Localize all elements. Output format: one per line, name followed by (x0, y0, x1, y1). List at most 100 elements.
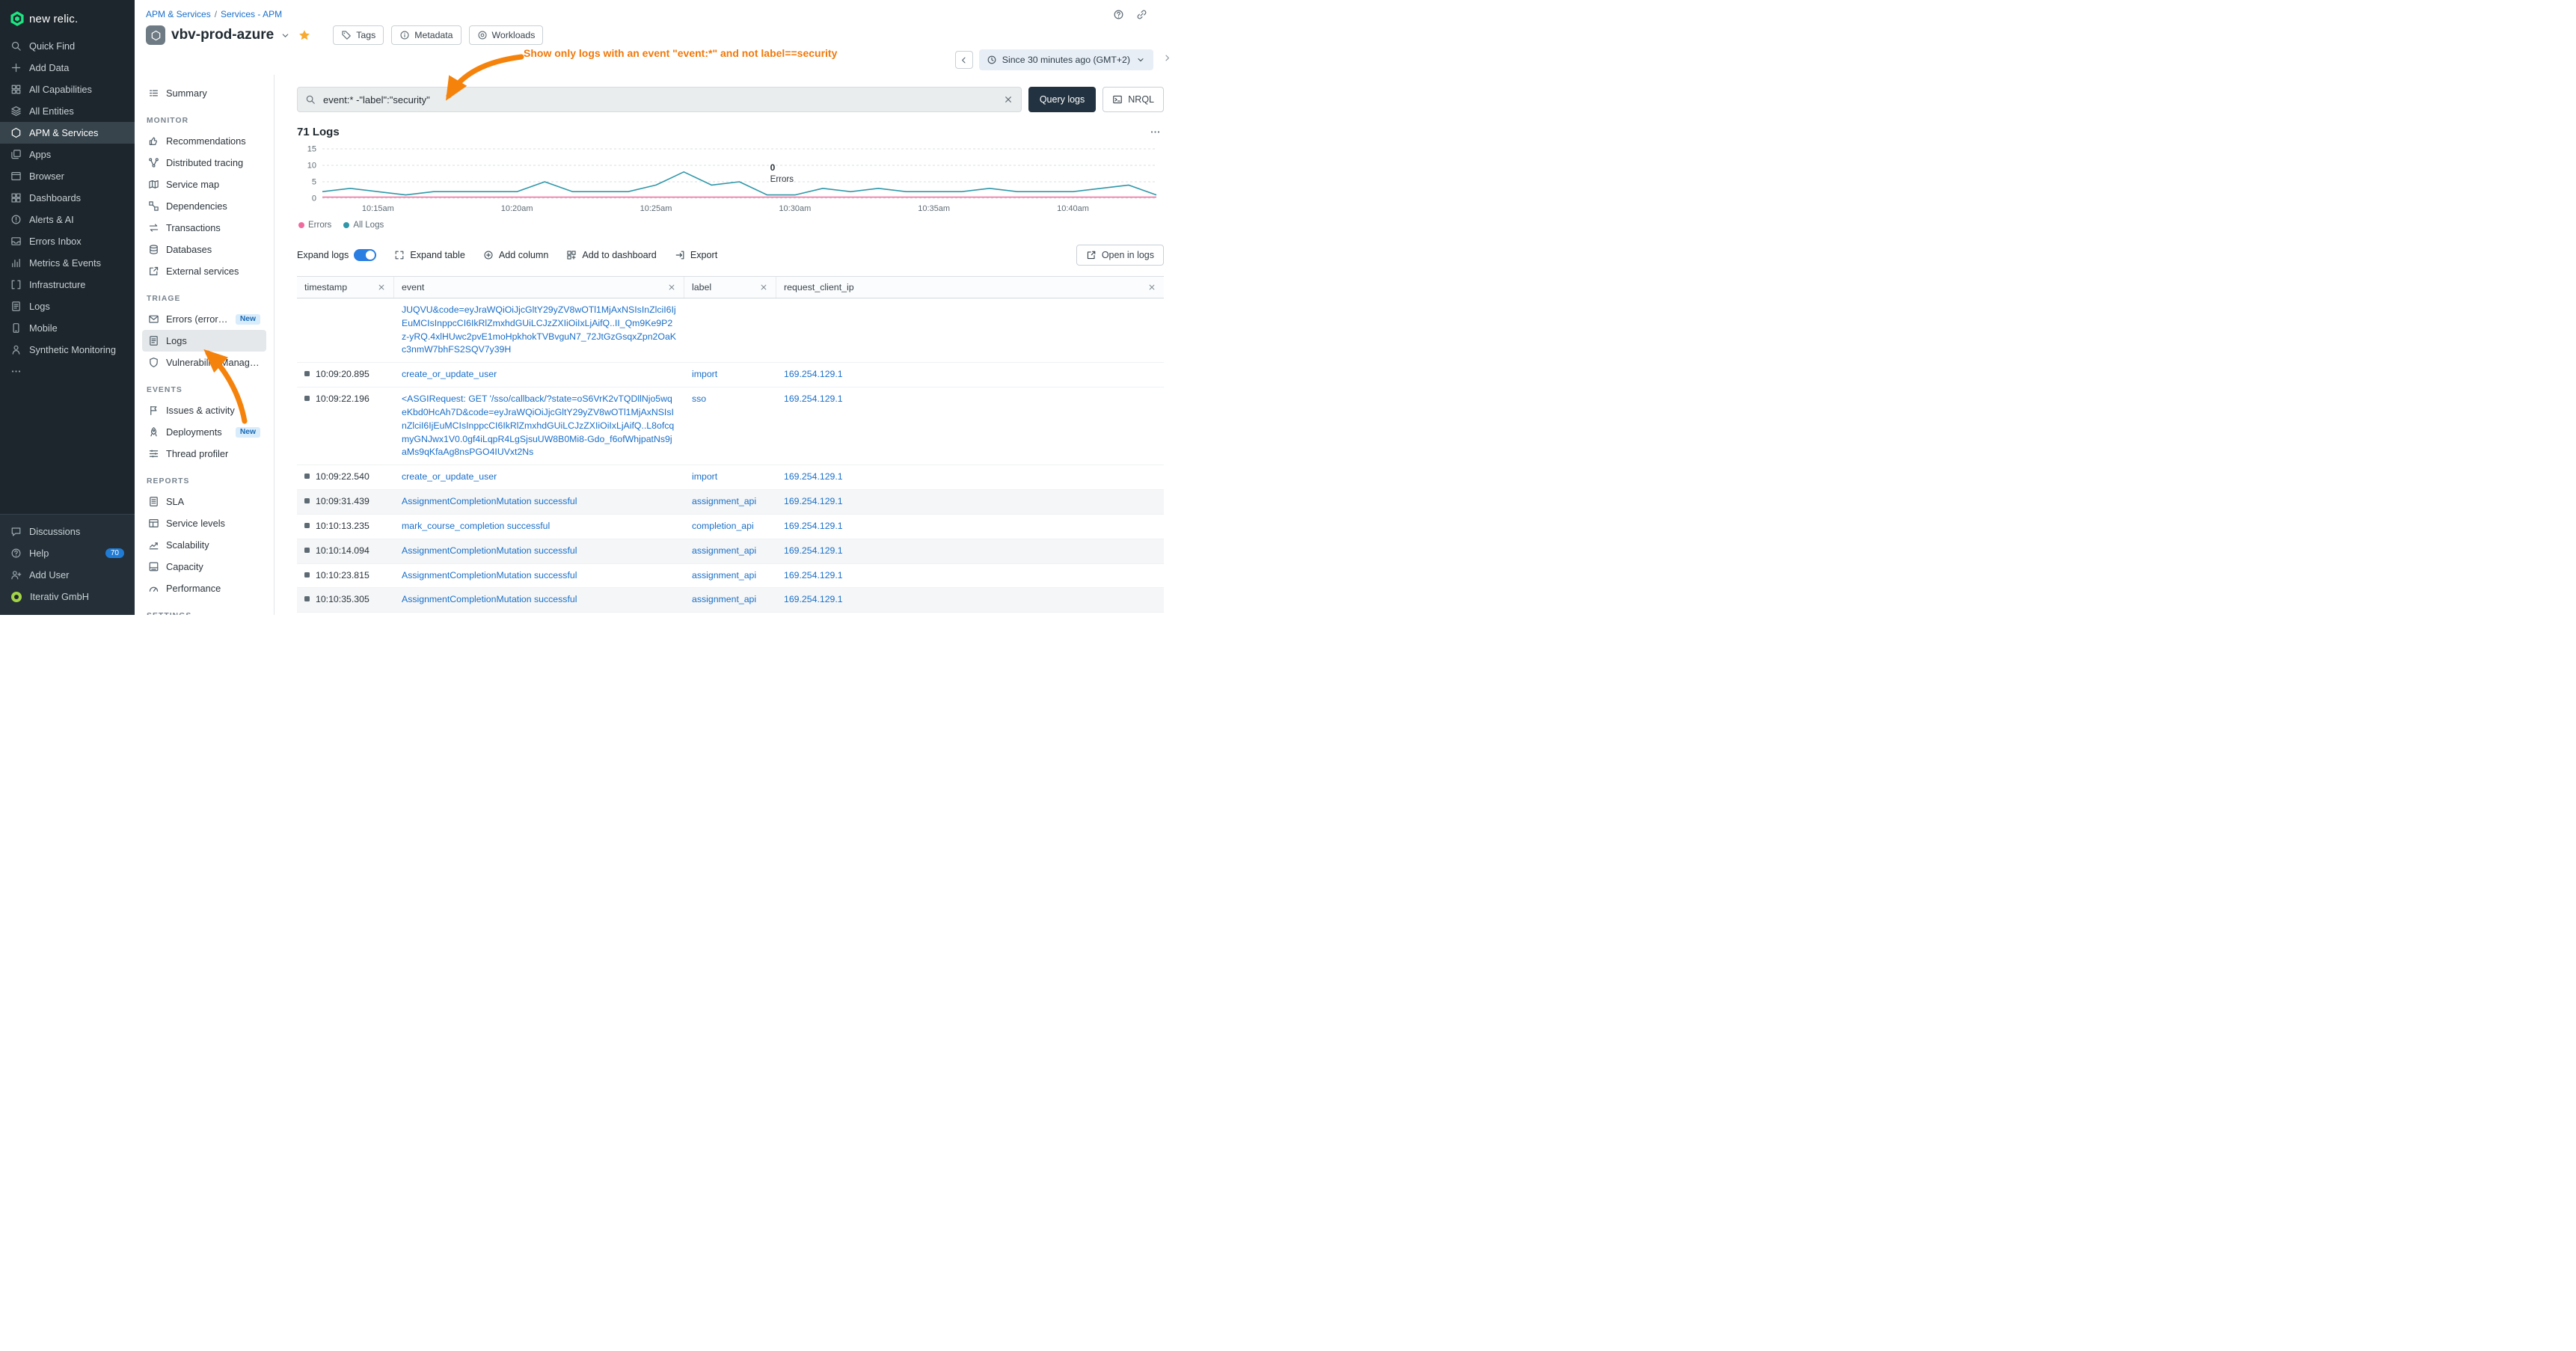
subnav-item-performance[interactable]: Performance (142, 578, 266, 599)
subnav-item-logs[interactable]: Logs (142, 330, 266, 352)
ip-link[interactable]: 169.254.129.1 (784, 569, 843, 583)
sidebar-item-apm-services[interactable]: APM & Services (0, 122, 135, 144)
ip-link[interactable]: 169.254.129.1 (784, 368, 843, 382)
expand-table-button[interactable]: Expand table (394, 250, 465, 260)
subnav-item-service-map[interactable]: Service map (142, 174, 266, 195)
legend-all-logs[interactable]: All Logs (343, 221, 384, 230)
clear-query-icon[interactable] (1003, 94, 1013, 105)
sidebar-item-apps[interactable]: Apps (0, 144, 135, 165)
table-row[interactable]: 10:10:13.235mark_course_completion succe… (297, 515, 1164, 539)
ip-link[interactable]: 169.254.129.1 (784, 393, 843, 406)
sidebar-item-add-data[interactable]: Add Data (0, 57, 135, 79)
subnav-item-sla[interactable]: SLA (142, 491, 266, 512)
legend-errors[interactable]: Errors (298, 221, 331, 230)
remove-column-label-icon[interactable] (759, 283, 768, 292)
subnav-item-recommendations[interactable]: Recommendations (142, 130, 266, 152)
sidebar-item-all-entities[interactable]: All Entities (0, 100, 135, 122)
event-link[interactable]: create_or_update_user (402, 471, 497, 484)
subnav-item-scalability[interactable]: Scalability (142, 534, 266, 556)
metadata-button[interactable]: Metadata (391, 25, 461, 45)
event-link[interactable]: AssignmentCompletionMutation successful (402, 593, 577, 607)
export-button[interactable]: Export (675, 250, 717, 260)
ip-link[interactable]: 169.254.129.1 (784, 495, 843, 509)
label-link[interactable]: import (692, 368, 717, 382)
subnav-item-summary[interactable]: Summary (142, 82, 266, 104)
nrql-button[interactable]: NRQL (1103, 87, 1164, 112)
label-link[interactable]: sso (692, 393, 706, 406)
chart-options-ellipsis-icon[interactable] (1150, 126, 1164, 138)
sidebar-item-dashboards[interactable]: Dashboards (0, 187, 135, 209)
subnav-item-deployments[interactable]: DeploymentsNew (142, 421, 266, 443)
subnav-item-thread-profiler[interactable]: Thread profiler (142, 443, 266, 465)
subnav-item-databases[interactable]: Databases (142, 239, 266, 260)
sidebar-item-errors-inbox[interactable]: Errors Inbox (0, 230, 135, 252)
sidebar-item-alerts-ai[interactable]: Alerts & AI (0, 209, 135, 230)
subnav-item-issues-activity[interactable]: Issues & activity (142, 399, 266, 421)
sidebar-item-more[interactable] (0, 361, 135, 382)
breadcrumb-apm-services[interactable]: APM & Services (146, 9, 211, 19)
event-link[interactable]: create_or_update_user (402, 368, 497, 382)
label-link[interactable]: assignment_api (692, 569, 756, 583)
subnav-item-dependencies[interactable]: Dependencies (142, 195, 266, 217)
event-link[interactable]: mark_course_completion successful (402, 520, 550, 533)
subnav-item-errors-errors-inb[interactable]: Errors (errors inb...New (142, 308, 266, 330)
event-link[interactable]: <ASGIRequest: GET '/sso/callback/?state=… (402, 393, 677, 459)
table-row[interactable]: 10:10:35.305AssignmentCompletionMutation… (297, 588, 1164, 613)
label-link[interactable]: import (692, 471, 717, 484)
table-row[interactable]: JUQVU&code=eyJraWQiOiJjcGltY29yZV8wOTl1M… (297, 298, 1164, 363)
ip-link[interactable]: 169.254.129.1 (784, 593, 843, 607)
label-link[interactable]: assignment_api (692, 545, 756, 558)
table-row[interactable]: 10:10:14.094AssignmentCompletionMutation… (297, 539, 1164, 564)
sidebar-item-all-capabilities[interactable]: All Capabilities (0, 79, 135, 100)
subnav-item-vulnerability-management[interactable]: Vulnerability Management (142, 352, 266, 373)
time-picker[interactable]: Since 30 minutes ago (GMT+2) (979, 49, 1153, 70)
subnav-item-service-levels[interactable]: Service levels (142, 512, 266, 534)
sidebar-item-add-user[interactable]: Add User (0, 564, 135, 586)
workloads-button[interactable]: Workloads (469, 25, 544, 45)
sidebar-item-mobile[interactable]: Mobile (0, 317, 135, 339)
open-in-logs-button[interactable]: Open in logs (1076, 245, 1164, 266)
table-row[interactable]: 10:10:44.066AssignmentCompletionMutation… (297, 613, 1164, 615)
title-chevron-down-icon[interactable] (280, 30, 291, 41)
expand-logs-toggle[interactable] (354, 249, 376, 261)
subnav-item-external-services[interactable]: External services (142, 260, 266, 282)
sidebar-item-help[interactable]: Help70 (0, 542, 135, 564)
ip-link[interactable]: 169.254.129.1 (784, 471, 843, 484)
label-link[interactable]: assignment_api (692, 593, 756, 607)
table-row[interactable]: 10:10:23.815AssignmentCompletionMutation… (297, 564, 1164, 589)
subnav-item-transactions[interactable]: Transactions (142, 217, 266, 239)
subnav-item-capacity[interactable]: Capacity (142, 556, 266, 578)
add-column-button[interactable]: Add column (483, 250, 549, 260)
table-row[interactable]: 10:09:22.196<ASGIRequest: GET '/sso/call… (297, 387, 1164, 465)
ip-link[interactable]: 169.254.129.1 (784, 520, 843, 533)
event-link[interactable]: AssignmentCompletionMutation successful (402, 569, 577, 583)
sidebar-item-discussions[interactable]: Discussions (0, 521, 135, 542)
sidebar-item-metrics-events[interactable]: Metrics & Events (0, 252, 135, 274)
sidebar-item-logs[interactable]: Logs (0, 295, 135, 317)
help-circle-icon[interactable] (1113, 9, 1124, 20)
table-row[interactable]: 10:09:20.895create_or_update_userimport1… (297, 363, 1164, 387)
sidebar-item-iterativ-gmbh[interactable]: Iterativ GmbH (0, 586, 135, 607)
event-link[interactable]: JUQVU&code=eyJraWQiOiJjcGltY29yZV8wOTl1M… (402, 304, 677, 357)
remove-column-event-icon[interactable] (667, 283, 676, 292)
event-link[interactable]: AssignmentCompletionMutation successful (402, 495, 577, 509)
label-link[interactable]: assignment_api (692, 495, 756, 509)
sidebar-item-browser[interactable]: Browser (0, 165, 135, 187)
remove-column-request-client-ip-icon[interactable] (1147, 283, 1156, 292)
time-forward-chevron-icon[interactable] (1162, 52, 1173, 64)
breadcrumb-services-apm[interactable]: Services - APM (221, 9, 282, 19)
newrelic-logo[interactable]: new relic. (0, 0, 135, 35)
sidebar-item-synthetic-monitoring[interactable]: Synthetic Monitoring (0, 339, 135, 361)
remove-column-timestamp-icon[interactable] (377, 283, 386, 292)
sidebar-item-infrastructure[interactable]: Infrastructure (0, 274, 135, 295)
tags-button[interactable]: Tags (333, 25, 384, 45)
query-logs-button[interactable]: Query logs (1028, 87, 1096, 112)
table-row[interactable]: 10:09:22.540create_or_update_userimport1… (297, 465, 1164, 490)
link-icon[interactable] (1136, 9, 1147, 20)
ip-link[interactable]: 169.254.129.1 (784, 545, 843, 558)
add-to-dashboard-button[interactable]: Add to dashboard (566, 250, 656, 260)
sidebar-item-quick-find[interactable]: Quick Find (0, 35, 135, 57)
event-link[interactable]: AssignmentCompletionMutation successful (402, 545, 577, 558)
favorite-star-icon[interactable] (298, 29, 310, 41)
table-row[interactable]: 10:09:31.439AssignmentCompletionMutation… (297, 490, 1164, 515)
